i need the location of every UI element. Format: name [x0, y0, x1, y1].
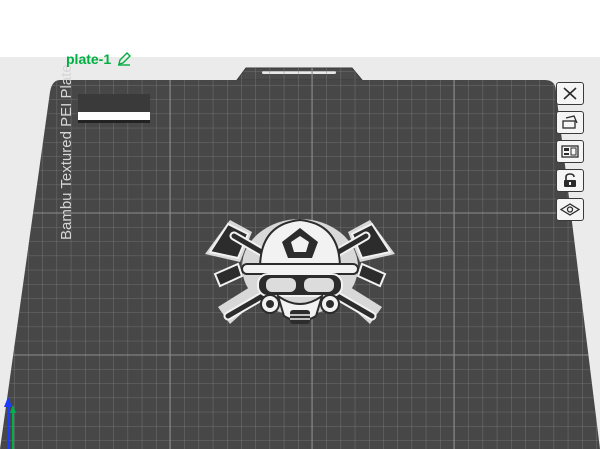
axis-indicator [4, 397, 16, 449]
build-plate [0, 67, 600, 449]
bed-plate-type-label: Bambu Textured PEI Plate [58, 64, 75, 240]
close-plate-button[interactable] [556, 82, 584, 105]
eye-icon [560, 203, 580, 216]
auto-orient-icon [562, 115, 578, 129]
firefighter-emblem-model [205, 218, 395, 324]
bed-sticker [78, 94, 150, 123]
auto-orient-button[interactable] [556, 111, 584, 134]
close-icon [563, 87, 577, 100]
lock-icon [564, 173, 576, 187]
lock-plate-button[interactable] [556, 169, 584, 192]
plate-toolbar [556, 82, 584, 221]
arrange-button[interactable] [556, 140, 584, 163]
arrange-icon [561, 145, 579, 158]
plate-settings-button[interactable] [556, 198, 584, 221]
